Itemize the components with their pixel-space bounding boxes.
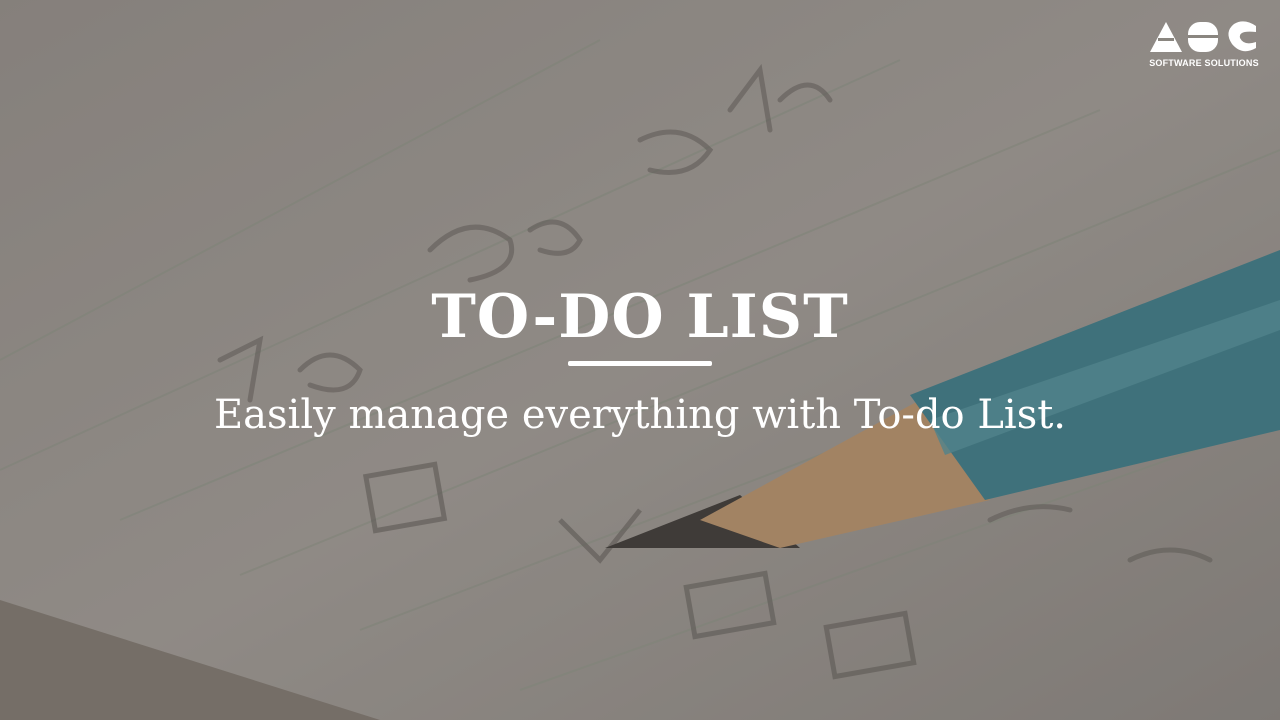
page-title: TO-DO LIST — [431, 282, 849, 352]
abc-logo-icon — [1150, 21, 1256, 52]
page-subtitle: Easily manage everything with To-do List… — [213, 392, 1067, 438]
notebook-pencil-photo — [0, 0, 1280, 720]
logo-tagline: SOFTWARE SOLUTIONS — [1149, 58, 1259, 68]
company-logo: SOFTWARE SOLUTIONS — [1148, 16, 1260, 72]
background-photo — [0, 0, 1280, 720]
title-divider — [568, 361, 712, 366]
